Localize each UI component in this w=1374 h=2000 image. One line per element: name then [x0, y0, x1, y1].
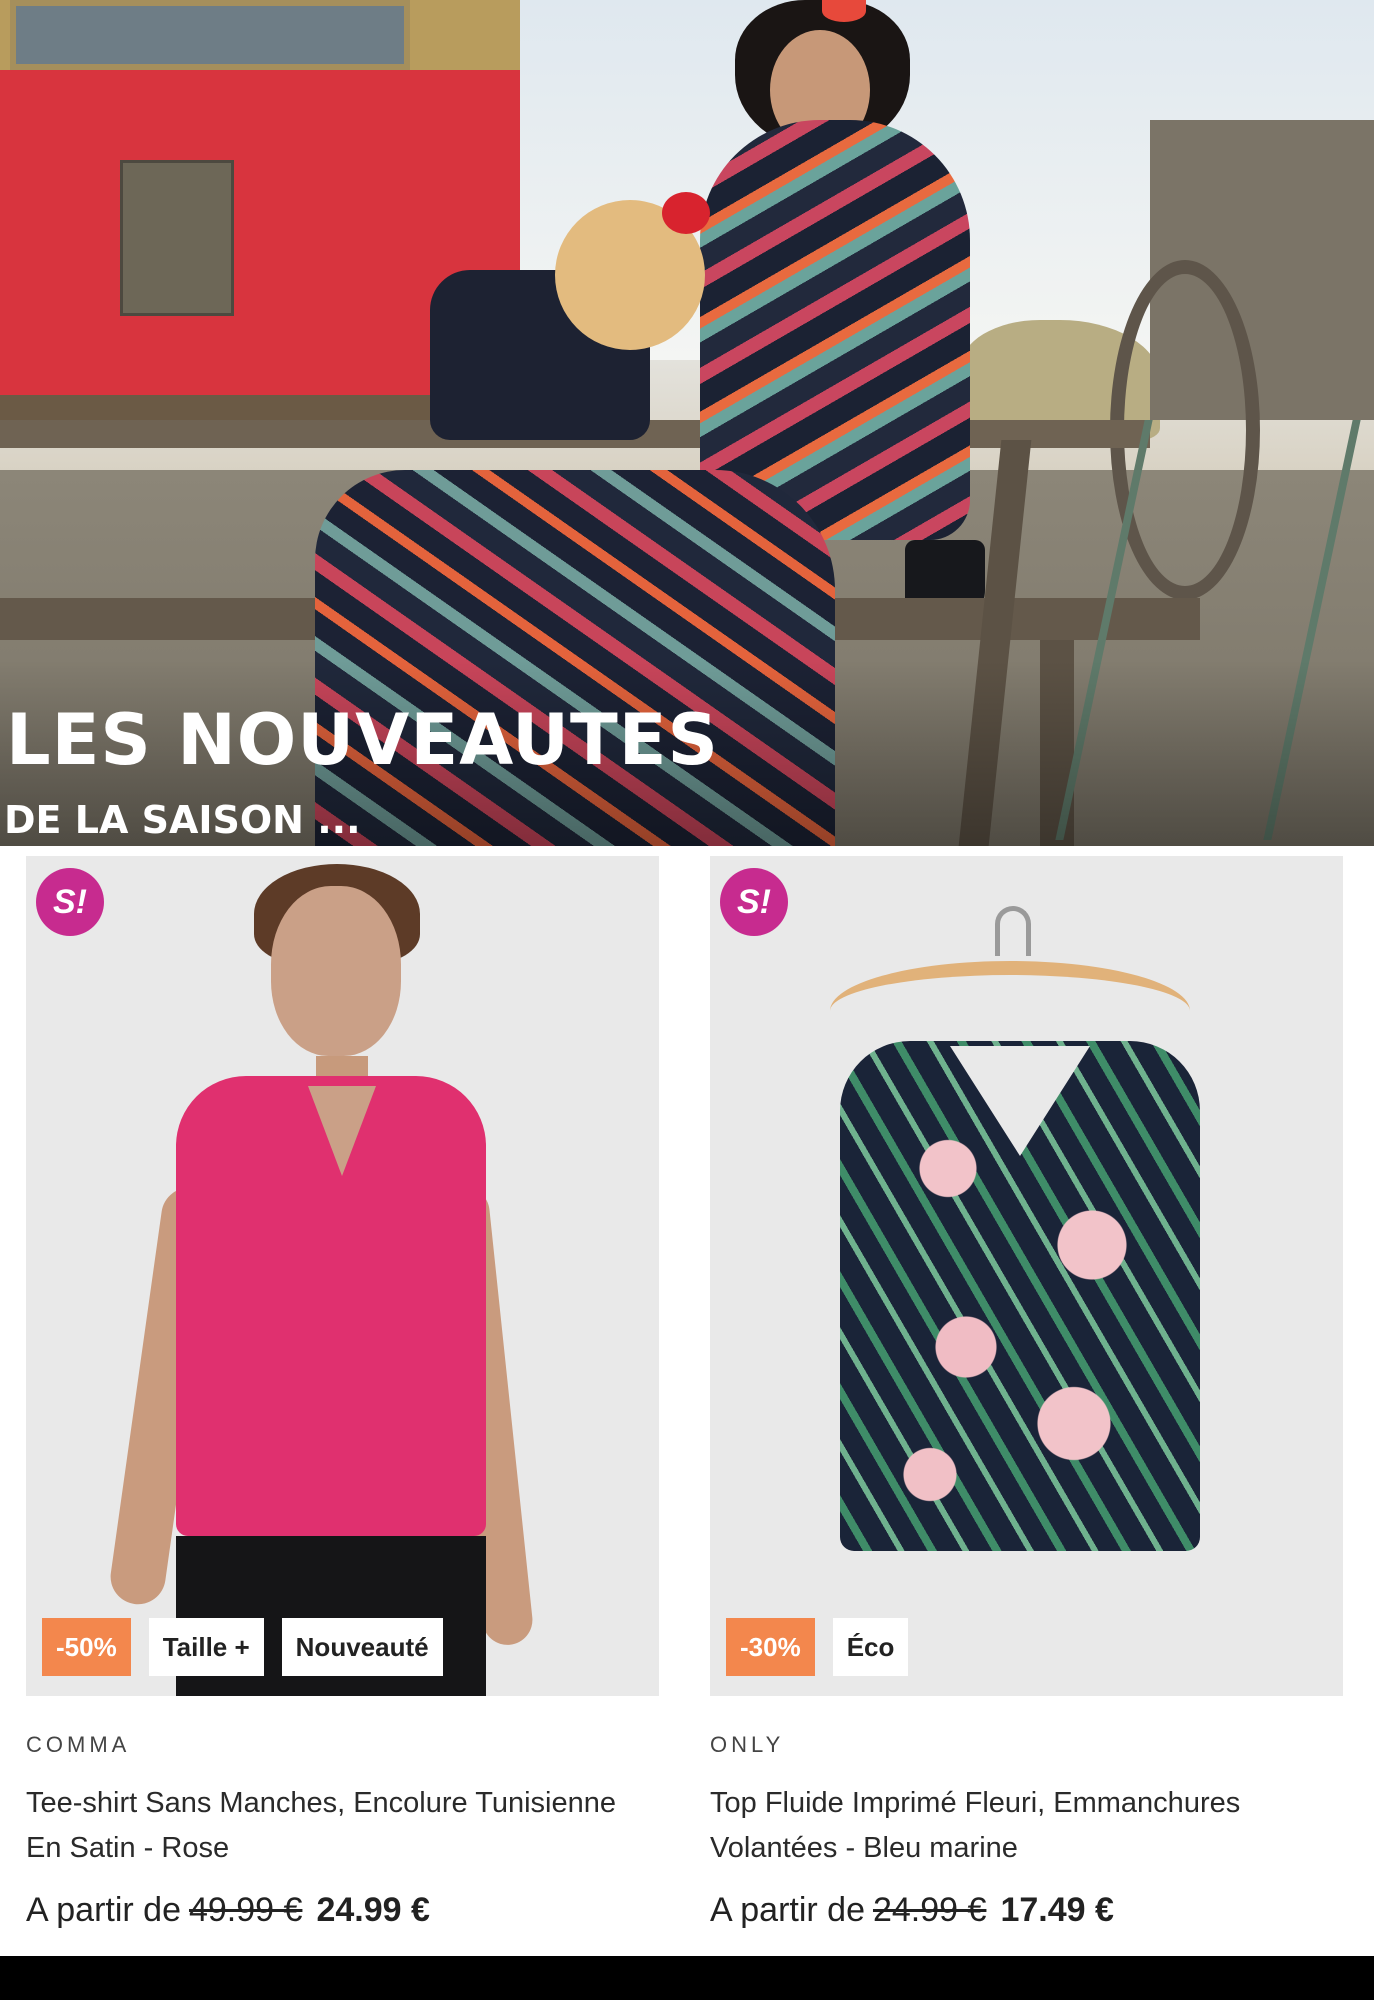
product-image[interactable]: S! -50% Taille + Nouveauté — [26, 856, 659, 1696]
hero-title: LES NOUVEAUTES — [6, 699, 719, 781]
discount-tag: -30% — [726, 1618, 815, 1676]
new-price: 24.99 € — [316, 1891, 430, 1929]
product-image[interactable]: S! -30% Éco — [710, 856, 1343, 1696]
discount-tag: -50% — [42, 1618, 131, 1676]
hero-banner[interactable]: LES NOUVEAUTES DE LA SAISON ... — [0, 0, 1374, 846]
hero-subtitle: DE LA SAISON ... — [4, 798, 361, 842]
price-prefix: A partir de — [26, 1891, 181, 1929]
hero-flower-1 — [662, 192, 710, 234]
old-price: 24.99 € — [872, 1891, 987, 1929]
size-plus-tag: Taille + — [148, 1618, 264, 1676]
product-card[interactable]: S! -30% Éco ONLY Top Fluide Imprimé Fleu… — [710, 856, 1343, 1946]
product-tags: -50% Taille + Nouveauté — [42, 1618, 443, 1676]
product-tags: -30% Éco — [726, 1618, 909, 1676]
hero-flower-2 — [822, 0, 866, 22]
sale-badge-icon: S! — [720, 868, 788, 936]
product-title[interactable]: Tee-shirt Sans Manches, Encolure Tunisie… — [26, 1781, 659, 1871]
new-tag: Nouveauté — [281, 1618, 443, 1676]
bottom-bar — [0, 1956, 1374, 2000]
product-title[interactable]: Top Fluide Imprimé Fleuri, Emmanchures V… — [710, 1781, 1343, 1871]
new-price: 17.49 € — [1000, 1891, 1114, 1929]
product-card[interactable]: S! -50% Taille + Nouveauté COMMA Tee-shi… — [26, 856, 659, 1946]
sale-badge-icon: S! — [36, 868, 104, 936]
price-prefix: A partir de — [710, 1891, 865, 1929]
old-price: 49.99 € — [188, 1891, 303, 1929]
product-brand: ONLY — [710, 1732, 785, 1757]
product-brand: COMMA — [26, 1732, 131, 1757]
product-price: A partir de 49.99 € 24.99 € — [26, 1886, 430, 1934]
product-price: A partir de 24.99 € 17.49 € — [710, 1886, 1114, 1934]
eco-tag: Éco — [832, 1618, 909, 1676]
